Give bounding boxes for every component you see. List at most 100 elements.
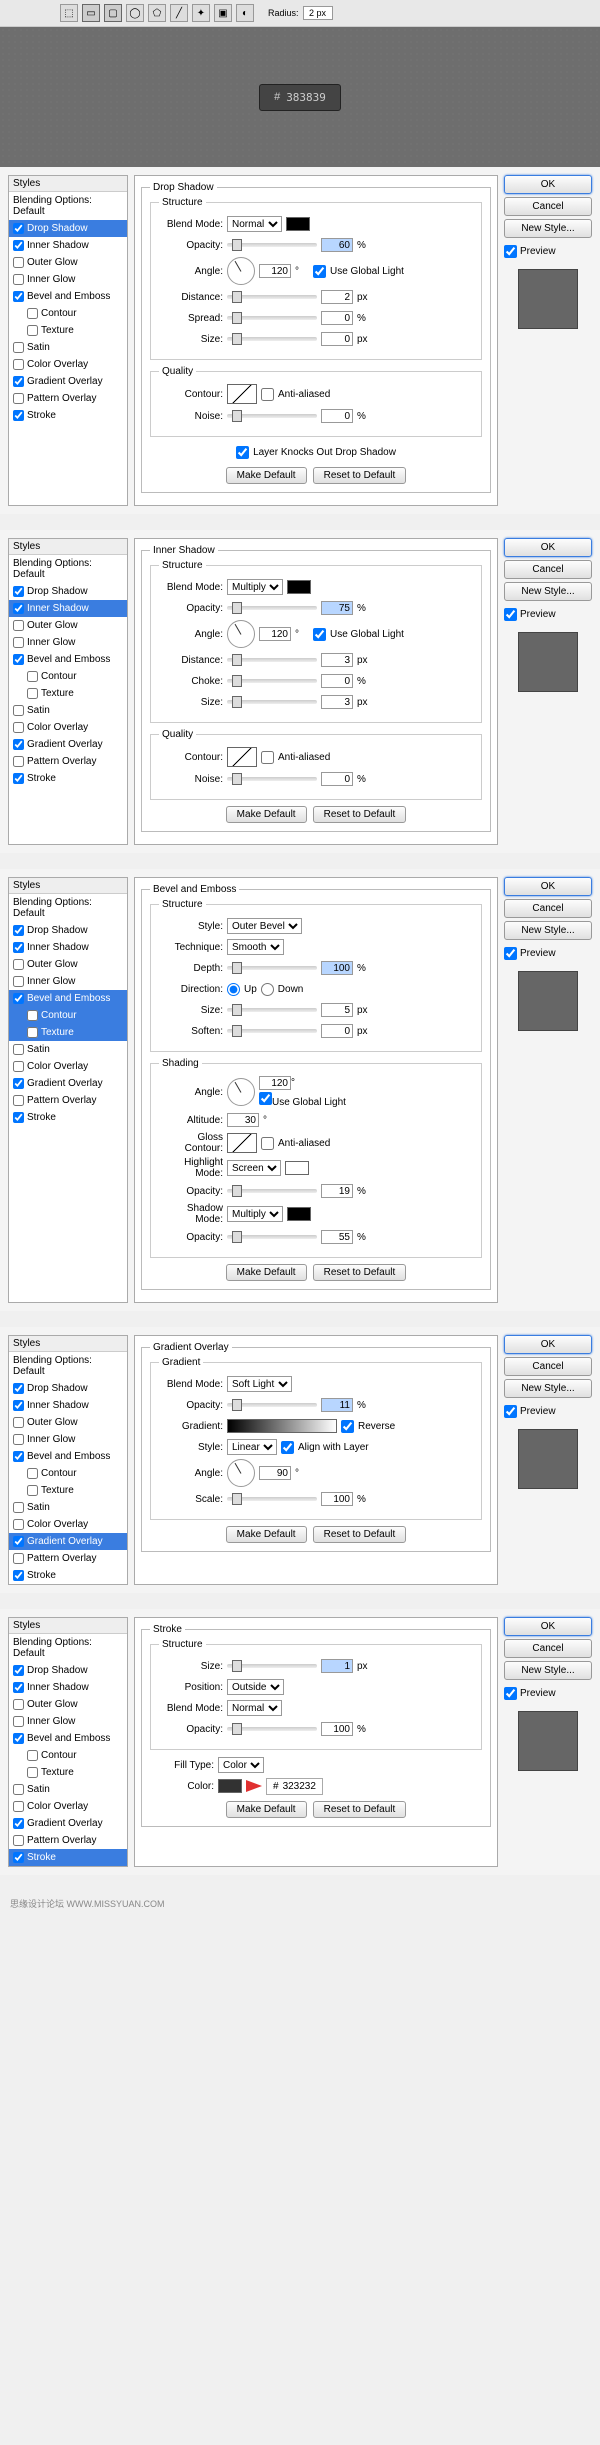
bevel-style-select[interactable]: Outer Bevel <box>227 918 302 934</box>
gloss-contour-picker[interactable] <box>227 1133 257 1153</box>
style-checkbox[interactable] <box>13 240 24 251</box>
knockout-checkbox[interactable] <box>236 446 249 459</box>
hi-opacity-input[interactable] <box>321 1184 353 1198</box>
gradient-style-select[interactable]: Linear <box>227 1439 277 1455</box>
opacity-input[interactable] <box>321 1722 353 1736</box>
anti-aliased-checkbox[interactable] <box>261 1137 274 1150</box>
style-inner-glow[interactable]: Inner Glow <box>9 1713 127 1730</box>
preview-checkbox[interactable] <box>504 947 517 960</box>
global-light-checkbox[interactable] <box>313 265 326 278</box>
opacity-slider[interactable] <box>227 606 317 610</box>
gradient-picker[interactable] <box>227 1419 337 1433</box>
style-stroke[interactable]: Stroke <box>9 407 127 424</box>
new-style-button[interactable]: New Style... <box>504 219 592 238</box>
style-inner-glow[interactable]: Inner Glow <box>9 271 127 288</box>
style-contour[interactable]: Contour <box>9 1007 127 1024</box>
style-outer-glow[interactable]: Outer Glow <box>9 1414 127 1431</box>
style-inner-glow[interactable]: Inner Glow <box>9 973 127 990</box>
style-bevel-emboss[interactable]: Bevel and Emboss <box>9 1448 127 1465</box>
altitude-input[interactable] <box>227 1113 259 1127</box>
new-style-button[interactable]: New Style... <box>504 582 592 601</box>
style-drop-shadow[interactable]: Drop Shadow <box>9 1662 127 1679</box>
new-style-button[interactable]: New Style... <box>504 1379 592 1398</box>
style-inner-shadow[interactable]: Inner Shadow <box>9 1679 127 1696</box>
style-checkbox[interactable] <box>13 223 24 234</box>
preview-checkbox[interactable] <box>504 245 517 258</box>
style-inner-shadow[interactable]: Inner Shadow <box>9 939 127 956</box>
size-slider[interactable] <box>227 337 317 341</box>
highlight-color-swatch[interactable] <box>285 1161 309 1175</box>
blending-options-row[interactable]: Blending Options: Default <box>9 192 127 220</box>
noise-slider[interactable] <box>227 414 317 418</box>
make-default-button[interactable]: Make Default <box>226 806 307 823</box>
ok-button[interactable]: OK <box>504 1335 592 1354</box>
style-gradient-overlay[interactable]: Gradient Overlay <box>9 1533 127 1550</box>
style-color-overlay[interactable]: Color Overlay <box>9 356 127 373</box>
style-inner-shadow[interactable]: Inner Shadow <box>9 237 127 254</box>
style-pattern-overlay[interactable]: Pattern Overlay <box>9 1550 127 1567</box>
style-satin[interactable]: Satin <box>9 702 127 719</box>
global-light-checkbox[interactable] <box>259 1092 272 1105</box>
style-inner-shadow[interactable]: Inner Shadow <box>9 600 127 617</box>
style-inner-glow[interactable]: Inner Glow <box>9 634 127 651</box>
tool-roundrect-icon[interactable]: ▢ <box>104 4 122 22</box>
reset-default-button[interactable]: Reset to Default <box>313 467 407 484</box>
style-color-overlay[interactable]: Color Overlay <box>9 1516 127 1533</box>
reset-default-button[interactable]: Reset to Default <box>313 806 407 823</box>
tool-ellipse-icon[interactable]: ◯ <box>126 4 144 22</box>
style-stroke[interactable]: Stroke <box>9 1109 127 1126</box>
angle-dial[interactable] <box>227 257 255 285</box>
make-default-button[interactable]: Make Default <box>226 1264 307 1281</box>
style-outer-glow[interactable]: Outer Glow <box>9 956 127 973</box>
distance-input[interactable] <box>321 653 353 667</box>
soften-input[interactable] <box>321 1024 353 1038</box>
style-drop-shadow[interactable]: Drop Shadow <box>9 1380 127 1397</box>
style-checkbox[interactable] <box>13 274 24 285</box>
style-outer-glow[interactable]: Outer Glow <box>9 254 127 271</box>
preview-checkbox[interactable] <box>504 1687 517 1700</box>
style-drop-shadow[interactable]: Drop Shadow <box>9 220 127 237</box>
size-input[interactable] <box>321 332 353 346</box>
style-texture[interactable]: Texture <box>9 322 127 339</box>
style-checkbox[interactable] <box>27 325 38 336</box>
style-checkbox[interactable] <box>13 376 24 387</box>
style-checkbox[interactable] <box>13 257 24 268</box>
style-contour[interactable]: Contour <box>9 1465 127 1482</box>
new-style-button[interactable]: New Style... <box>504 1661 592 1680</box>
opacity-slider[interactable] <box>227 243 317 247</box>
style-gradient-overlay[interactable]: Gradient Overlay <box>9 736 127 753</box>
style-gradient-overlay[interactable]: Gradient Overlay <box>9 1815 127 1832</box>
align-layer-checkbox[interactable] <box>281 1441 294 1454</box>
style-texture[interactable]: Texture <box>9 1764 127 1781</box>
style-stroke[interactable]: Stroke <box>9 1567 127 1584</box>
reverse-checkbox[interactable] <box>341 1420 354 1433</box>
tool-shape-icon[interactable]: ▣ <box>214 4 232 22</box>
shadow-color-swatch[interactable] <box>287 580 311 594</box>
angle-input[interactable] <box>259 1466 291 1480</box>
shadow-mode-select[interactable]: Multiply <box>227 1206 283 1222</box>
contour-picker[interactable] <box>227 384 257 404</box>
style-gradient-overlay[interactable]: Gradient Overlay <box>9 373 127 390</box>
style-pattern-overlay[interactable]: Pattern Overlay <box>9 390 127 407</box>
style-satin[interactable]: Satin <box>9 339 127 356</box>
opacity-input[interactable] <box>321 238 353 252</box>
choke-slider[interactable] <box>227 679 317 683</box>
style-checkbox[interactable] <box>13 359 24 370</box>
style-checkbox[interactable] <box>13 410 24 421</box>
style-contour[interactable]: Contour <box>9 305 127 322</box>
ok-button[interactable]: OK <box>504 538 592 557</box>
style-texture[interactable]: Texture <box>9 1024 127 1041</box>
shadow-color-swatch[interactable] <box>287 1207 311 1221</box>
style-outer-glow[interactable]: Outer Glow <box>9 1696 127 1713</box>
distance-slider[interactable] <box>227 658 317 662</box>
style-color-overlay[interactable]: Color Overlay <box>9 719 127 736</box>
style-satin[interactable]: Satin <box>9 1781 127 1798</box>
blending-options-row[interactable]: Blending Options: Default <box>9 555 127 583</box>
blend-mode-select[interactable]: Normal <box>227 1700 282 1716</box>
style-checkbox[interactable] <box>13 291 24 302</box>
contour-picker[interactable] <box>227 747 257 767</box>
ok-button[interactable]: OK <box>504 877 592 896</box>
style-drop-shadow[interactable]: Drop Shadow <box>9 583 127 600</box>
size-input[interactable] <box>321 1003 353 1017</box>
tool-custom-icon[interactable]: ✦ <box>192 4 210 22</box>
